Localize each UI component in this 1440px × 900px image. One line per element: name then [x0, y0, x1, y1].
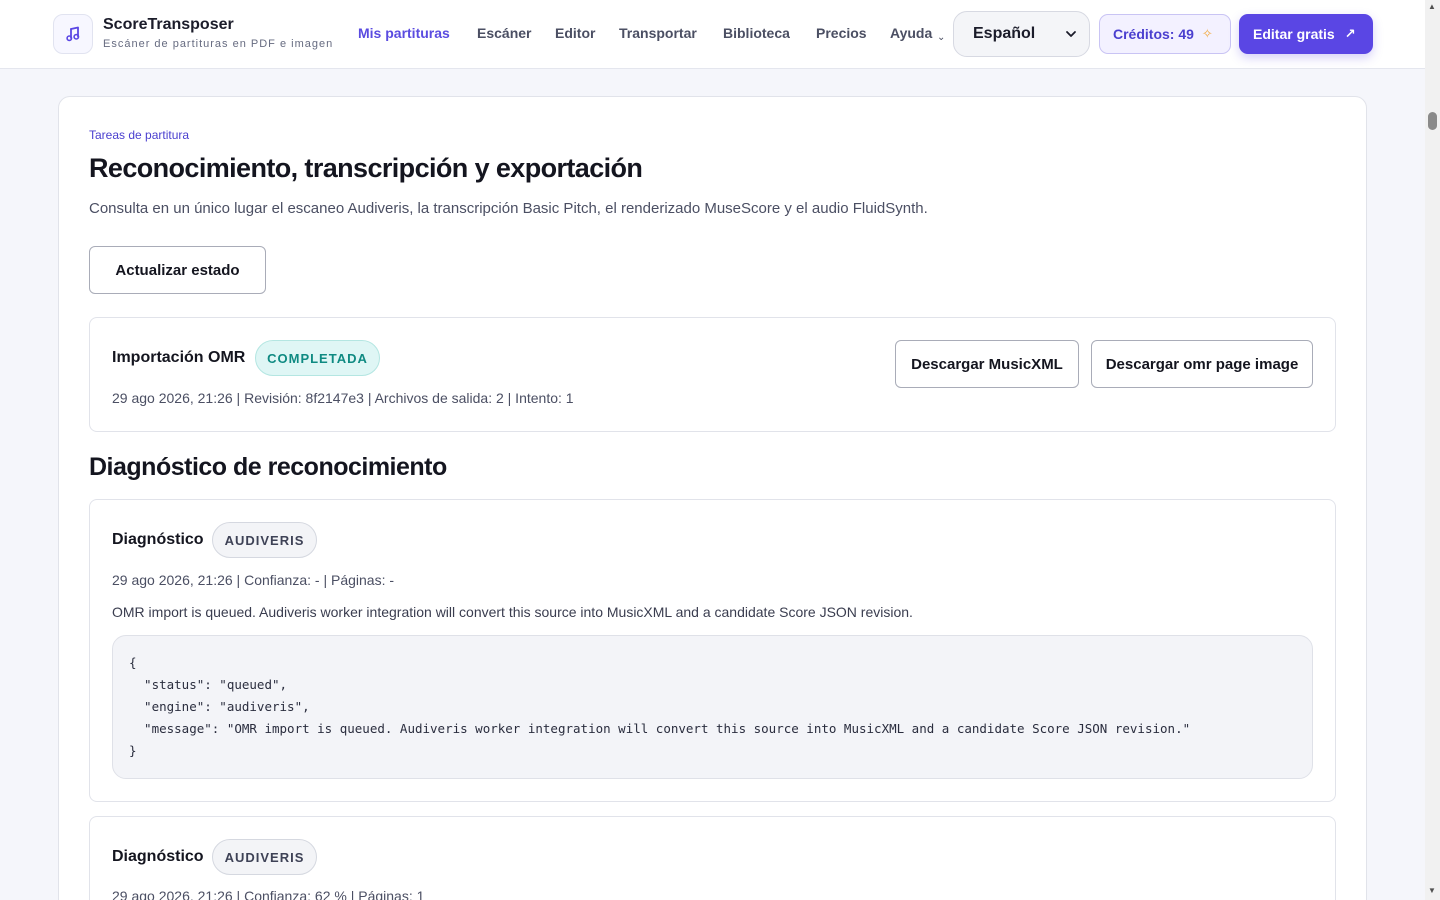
page-subtitle: Consulta en un único lugar el escaneo Au…	[89, 200, 928, 217]
diagnostic-title: Diagnóstico	[112, 848, 204, 865]
diagnostic-json-block: { "status": "queued", "engine": "audiver…	[112, 635, 1313, 779]
music-note-icon	[66, 26, 80, 42]
engine-badge: AUDIVERIS	[212, 839, 317, 875]
arrow-up-right-icon: ↗	[1344, 26, 1356, 41]
scrollbar-thumb[interactable]	[1428, 112, 1437, 130]
chevron-down-icon	[1066, 31, 1076, 37]
nav-transportar[interactable]: Transportar	[619, 25, 697, 41]
brand-tagline: Escáner de partituras en PDF e imagen	[103, 38, 334, 50]
top-navigation-bar: ScoreTransposer Escáner de partituras en…	[0, 0, 1425, 69]
diagnostic-meta: 29 ago 2026, 21:26 | Confianza: 62 % | P…	[112, 888, 425, 900]
language-select-value: Español	[973, 25, 1036, 42]
credits-label: Créditos: 49	[1113, 26, 1194, 42]
engine-badge: AUDIVERIS	[212, 522, 317, 558]
omr-import-meta: 29 ago 2026, 21:26 | Revisión: 8f2147e3 …	[112, 390, 574, 406]
diagnostic-message: OMR import is queued. Audiveris worker i…	[112, 604, 913, 620]
logo[interactable]	[53, 14, 93, 54]
diagnostic-meta: 29 ago 2026, 21:26 | Confianza: - | Pági…	[112, 572, 395, 588]
refresh-status-button[interactable]: Actualizar estado	[89, 246, 266, 294]
status-badge: COMPLETADA	[255, 340, 380, 376]
credits-button[interactable]: Créditos: 49 ✧	[1099, 14, 1231, 54]
scroll-up-arrow-icon[interactable]: ▲	[1428, 2, 1436, 11]
scroll-down-arrow-icon[interactable]: ▼	[1428, 886, 1436, 895]
page-title: Reconocimiento, transcripción y exportac…	[89, 153, 643, 183]
breadcrumb: Tareas de partitura	[89, 128, 190, 142]
nav-editor[interactable]: Editor	[555, 25, 595, 41]
edit-free-label: Editar gratis	[1253, 26, 1335, 42]
omr-import-title: Importación OMR	[112, 349, 246, 366]
chevron-down-icon[interactable]: ⌄	[937, 32, 945, 43]
diagnostic-title: Diagnóstico	[112, 531, 204, 548]
diagnostics-section-title: Diagnóstico de reconocimiento	[89, 453, 447, 481]
nav-precios[interactable]: Precios	[816, 25, 867, 41]
edit-free-button[interactable]: Editar gratis ↗	[1239, 14, 1373, 54]
page-scrollbar[interactable]	[1425, 0, 1440, 900]
language-select[interactable]: Español	[953, 11, 1090, 57]
download-omr-image-button[interactable]: Descargar omr page image	[1091, 340, 1313, 388]
nav-biblioteca[interactable]: Biblioteca	[723, 25, 790, 41]
sparkle-icon: ✧	[1201, 26, 1213, 41]
nav-ayuda[interactable]: Ayuda	[890, 25, 932, 41]
nav-mis-partituras[interactable]: Mis partituras	[358, 25, 450, 41]
brand-name[interactable]: ScoreTransposer	[103, 16, 234, 34]
nav-escaner[interactable]: Escáner	[477, 25, 531, 41]
download-musicxml-button[interactable]: Descargar MusicXML	[895, 340, 1079, 388]
